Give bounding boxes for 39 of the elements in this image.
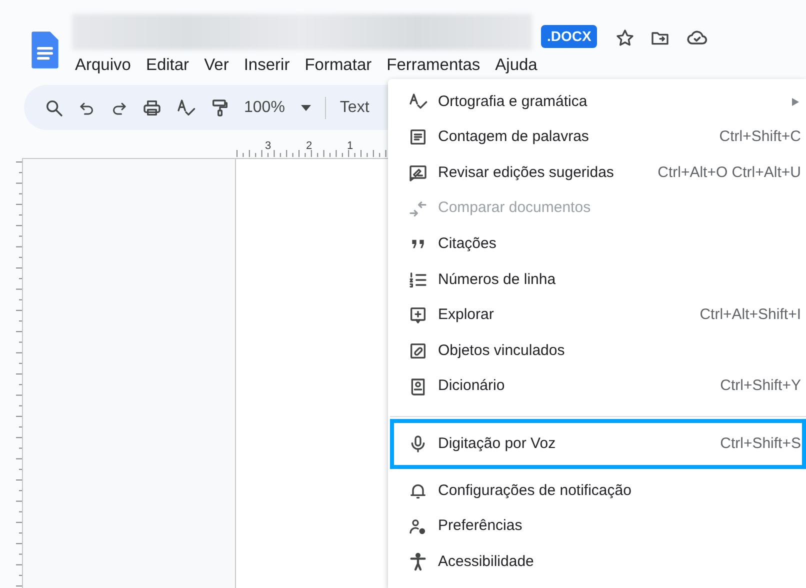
style-dropdown[interactable]: Text — [340, 96, 370, 120]
spellcheck-icon[interactable] — [176, 98, 196, 118]
comment-icon — [408, 162, 428, 183]
menu-item[interactable]: Explorar Ctrl+Alt+Shift+I — [390, 298, 806, 334]
file-type-badge: .DOCX — [541, 25, 598, 48]
caret-icon — [300, 104, 311, 110]
menu-item[interactable]: Inserir — [238, 53, 295, 77]
menu-item[interactable]: Dicionário Ctrl+Shift+Y — [390, 368, 806, 404]
menu-item[interactable]: Preferências — [390, 508, 806, 545]
menu-item[interactable]: Ferramentas — [382, 53, 486, 77]
menu-item[interactable]: Ajuda — [490, 53, 542, 77]
menu-item[interactable]: Editar — [140, 53, 194, 77]
menu-item[interactable]: Ortografia e gramática — [390, 84, 806, 120]
document-icon — [408, 127, 428, 148]
menu-item[interactable]: Acessibilidade — [390, 544, 806, 580]
link-icon — [408, 340, 428, 361]
menu-item[interactable]: Formatar — [300, 53, 377, 77]
search-icon[interactable] — [44, 98, 64, 118]
menu-item[interactable]: Configurações de notificação — [390, 473, 806, 509]
arrows-icon — [408, 198, 428, 219]
ruler-number: 1 — [347, 140, 354, 152]
menu-item[interactable]: Contagem de palavras Ctrl+Shift+C — [390, 120, 806, 156]
menu-item[interactable]: Revisar edições sugeridas Ctrl+Alt+O Ctrl+Alt+U — [390, 155, 806, 191]
accessibility-icon — [408, 552, 428, 572]
zoom-dropdown[interactable]: 100% — [244, 96, 311, 120]
menu-item[interactable]: Digitação por Voz Ctrl+Shift+S — [390, 419, 806, 470]
ruler-number: 3 — [265, 140, 272, 152]
menu-item[interactable]: Citações — [390, 226, 806, 262]
ruler-number: 2 — [306, 140, 312, 152]
menu-item[interactable]: Arquivo — [70, 53, 136, 77]
menu-item[interactable]: Ver — [199, 53, 234, 77]
print-icon[interactable] — [142, 98, 162, 118]
menu-item[interactable]: Números de linha — [390, 262, 806, 298]
paint-format-icon[interactable] — [210, 98, 230, 118]
numbered-list-icon — [408, 270, 428, 290]
docs-logo-icon[interactable] — [30, 30, 60, 70]
star-icon[interactable] — [615, 28, 635, 48]
plus-box-icon — [408, 305, 428, 326]
menu-item[interactable]: Objetos vinculados — [390, 333, 806, 369]
